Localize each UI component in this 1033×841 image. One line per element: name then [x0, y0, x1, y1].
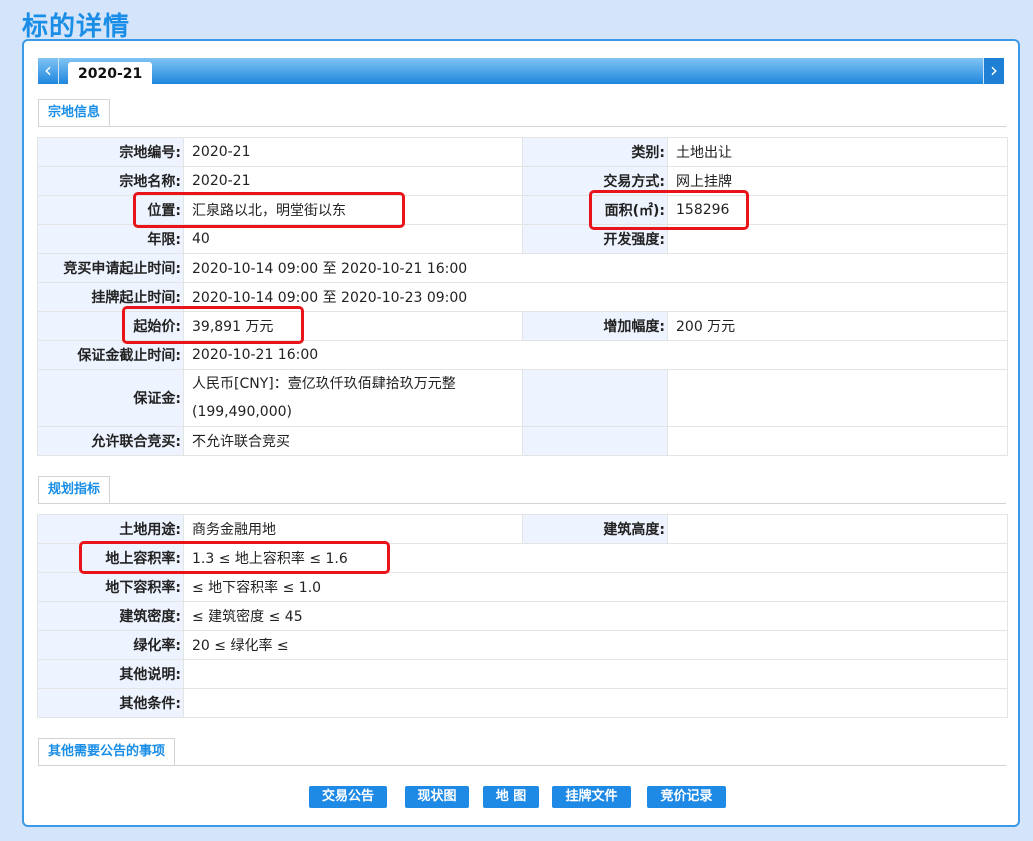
- bid-application-period-value: 2020-10-14 09:00 至 2020-10-21 16:00: [183, 253, 1008, 283]
- page-title: 标的详情: [22, 12, 131, 42]
- empty-label: [522, 426, 668, 456]
- field-label: 开发强度:: [522, 224, 668, 254]
- building-height-value: [667, 514, 1008, 544]
- table-row: 起始价: 39,891 万元 增加幅度: 200 万元: [37, 311, 1008, 341]
- field-label: 年限:: [37, 224, 184, 254]
- underground-far-value: ≤ 地下容积率 ≤ 1.0: [183, 572, 1008, 602]
- area-value: 158296: [667, 195, 1008, 225]
- table-row: 保证金截止时间: 2020-10-21 16:00: [37, 340, 1008, 370]
- empty-value: [667, 369, 1008, 427]
- chevron-right-icon[interactable]: ›: [983, 58, 1004, 84]
- section-title-plan: 规划指标: [38, 476, 111, 503]
- field-label: 绿化率:: [37, 630, 184, 660]
- table-row: 保证金: 人民币[CNY]：壹亿玖仟玖佰肆拾玖万元整 (199,490,000): [37, 369, 1008, 427]
- table-row: 竞买申请起止时间: 2020-10-14 09:00 至 2020-10-21 …: [37, 253, 1008, 283]
- table-row: 建筑密度: ≤ 建筑密度 ≤ 45: [37, 601, 1008, 631]
- field-label: 类别:: [522, 137, 668, 167]
- term-value: 40: [183, 224, 523, 254]
- deposit-deadline-value: 2020-10-21 16:00: [183, 340, 1008, 370]
- joint-bid-value: 不允许联合竞买: [183, 426, 523, 456]
- field-label: 宗地名称:: [37, 166, 184, 196]
- table-row: 宗地编号: 2020-21 类别: 土地出让: [37, 137, 1008, 167]
- table-row: 其他说明:: [37, 659, 1008, 689]
- field-label: 地下容积率:: [37, 572, 184, 602]
- table-row: 年限: 40 开发强度:: [37, 224, 1008, 254]
- table-row: 土地用途: 商务金融用地 建筑高度:: [37, 514, 1008, 544]
- field-label: 允许联合竞买:: [37, 426, 184, 456]
- section-title-other: 其他需要公告的事项: [38, 738, 176, 765]
- field-label: 其他条件:: [37, 688, 184, 718]
- field-label: 挂牌起止时间:: [37, 282, 184, 312]
- section-header-other: 其他需要公告的事项: [38, 738, 1006, 766]
- announcement-button[interactable]: 交易公告: [309, 786, 387, 808]
- above-ground-far-value: 1.3 ≤ 地上容积率 ≤ 1.6: [183, 543, 1008, 573]
- section-header-land: 宗地信息: [38, 99, 1006, 127]
- field-label: 建筑高度:: [522, 514, 668, 544]
- listing-period-value: 2020-10-14 09:00 至 2020-10-23 09:00: [183, 282, 1008, 312]
- deposit-value: 人民币[CNY]：壹亿玖仟玖佰肆拾玖万元整 (199,490,000): [183, 369, 523, 427]
- land-info-table: 宗地编号: 2020-21 类别: 土地出让 宗地名称: 2020-21 交易方…: [37, 137, 1008, 456]
- listing-docs-button[interactable]: 挂牌文件: [552, 786, 631, 808]
- bid-record-button[interactable]: 竞价记录: [647, 786, 726, 808]
- empty-value: [667, 426, 1008, 456]
- table-row: 宗地名称: 2020-21 交易方式: 网上挂牌: [37, 166, 1008, 196]
- tab-2020-21[interactable]: 2020-21: [68, 62, 153, 84]
- green-ratio-value: 20 ≤ 绿化率 ≤: [183, 630, 1008, 660]
- status-map-button[interactable]: 现状图: [405, 786, 469, 808]
- land-use-value: 商务金融用地: [183, 514, 523, 544]
- map-button[interactable]: 地 图: [483, 786, 539, 808]
- field-label: 保证金:: [37, 369, 184, 427]
- deposit-text: 人民币[CNY]：壹亿玖仟玖佰肆拾玖万元整: [192, 376, 456, 392]
- field-label: 增加幅度:: [522, 311, 668, 341]
- location-value: 汇泉路以北，明堂街以东: [183, 195, 523, 225]
- parcel-number-value: 2020-21: [183, 137, 523, 167]
- section-header-plan: 规划指标: [38, 476, 1006, 504]
- table-row: 其他条件:: [37, 688, 1008, 718]
- table-row: 允许联合竞买: 不允许联合竞买: [37, 426, 1008, 456]
- table-row: 位置: 汇泉路以北，明堂街以东 面积(㎡): 158296: [37, 195, 1008, 225]
- field-label: 建筑密度:: [37, 601, 184, 631]
- field-label: 土地用途:: [37, 514, 184, 544]
- field-label: 地上容积率:: [37, 543, 184, 573]
- field-label: 保证金截止时间:: [37, 340, 184, 370]
- table-row: 地下容积率: ≤ 地下容积率 ≤ 1.0: [37, 572, 1008, 602]
- field-label: 面积(㎡):: [522, 195, 668, 225]
- category-value: 土地出让: [667, 137, 1008, 167]
- deposit-amount: (199,490,000): [192, 404, 292, 420]
- field-label: 位置:: [37, 195, 184, 225]
- section-title-land: 宗地信息: [38, 99, 111, 126]
- field-label: 宗地编号:: [37, 137, 184, 167]
- building-density-value: ≤ 建筑密度 ≤ 45: [183, 601, 1008, 631]
- table-row: 绿化率: 20 ≤ 绿化率 ≤: [37, 630, 1008, 660]
- tab-bar: ‹ 2020-21 ›: [38, 58, 1004, 84]
- starting-price-value: 39,891 万元: [183, 311, 523, 341]
- parcel-name-value: 2020-21: [183, 166, 523, 196]
- dev-intensity-value: [667, 224, 1008, 254]
- field-label: 交易方式:: [522, 166, 668, 196]
- field-label: 起始价:: [37, 311, 184, 341]
- field-label: 竞买申请起止时间:: [37, 253, 184, 283]
- trade-method-value: 网上挂牌: [667, 166, 1008, 196]
- other-conditions-value: [183, 688, 1008, 718]
- other-notes-value: [183, 659, 1008, 689]
- table-row: 挂牌起止时间: 2020-10-14 09:00 至 2020-10-23 09…: [37, 282, 1008, 312]
- plan-info-table: 土地用途: 商务金融用地 建筑高度: 地上容积率: 1.3 ≤ 地上容积率 ≤ …: [37, 514, 1008, 718]
- chevron-left-icon[interactable]: ‹: [38, 58, 59, 84]
- empty-label: [522, 369, 668, 427]
- table-row: 地上容积率: 1.3 ≤ 地上容积率 ≤ 1.6: [37, 543, 1008, 573]
- field-label: 其他说明:: [37, 659, 184, 689]
- detail-panel: ‹ 2020-21 › 宗地信息 宗地编号: 2020-21 类别: 土地出让 …: [22, 39, 1020, 827]
- increment-value: 200 万元: [667, 311, 1008, 341]
